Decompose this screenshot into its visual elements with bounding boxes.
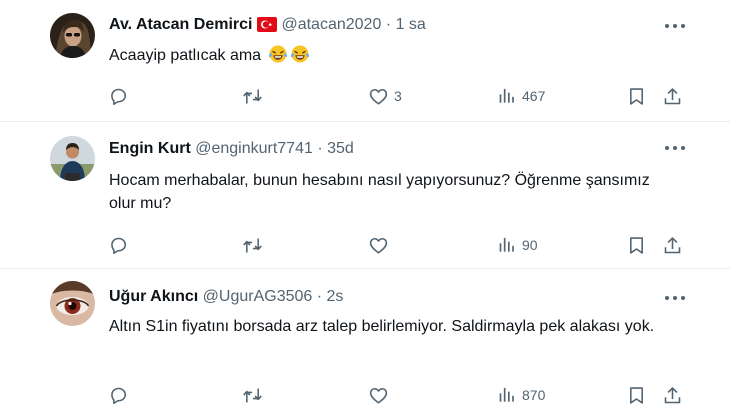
action-bar: 90 (0, 233, 730, 257)
more-icon[interactable] (663, 20, 687, 32)
view-count: 467 (522, 88, 546, 104)
share-button[interactable] (662, 233, 683, 257)
action-bar: 870 (0, 383, 730, 407)
views-icon (497, 235, 517, 255)
views-button[interactable]: 90 (497, 233, 538, 257)
like-button[interactable] (368, 383, 394, 407)
separator-dot: · (385, 16, 392, 33)
reply-icon (108, 385, 129, 406)
tweet-text: Altın S1in fiyatını borsada arz talep be… (109, 318, 655, 335)
handle[interactable]: @enginkurt7741 (195, 140, 313, 157)
bookmark-icon (626, 86, 647, 107)
retweet-icon (242, 235, 263, 256)
heart-icon (368, 385, 389, 406)
tweet-text: Hocam merhabalar, bunun hesabını nasıl y… (109, 172, 650, 212)
share-button[interactable] (662, 84, 683, 108)
share-icon (662, 86, 683, 107)
separator-dot: · (316, 288, 323, 305)
like-button[interactable]: 3 (368, 84, 402, 108)
tweet-header: Uğur Akıncı @UgurAG3506 · 2s (109, 286, 343, 308)
views-icon (497, 86, 517, 106)
more-icon[interactable] (663, 142, 687, 154)
bookmark-button[interactable] (626, 84, 647, 108)
bookmark-icon (626, 385, 647, 406)
action-bar: 3 467 (0, 84, 730, 108)
timestamp[interactable]: 1 sa (396, 16, 426, 33)
retweet-icon (242, 86, 263, 107)
reply-tweet[interactable]: Uğur Akıncı @UgurAG3506 · 2s Altın S1in … (0, 269, 730, 420)
heart-icon (368, 235, 389, 256)
avatar[interactable] (50, 136, 95, 181)
avatar[interactable] (50, 281, 95, 326)
share-icon (662, 235, 683, 256)
tweet-header: Av. Atacan Demirci @atacan2020 · 1 sa (109, 14, 426, 36)
retweet-button[interactable] (242, 383, 268, 407)
views-button[interactable]: 467 (497, 84, 545, 108)
timestamp[interactable]: 2s (327, 288, 344, 305)
reply-button[interactable] (108, 84, 134, 108)
tears-of-joy-emoji (290, 44, 310, 71)
share-icon (662, 385, 683, 406)
view-count: 90 (522, 237, 538, 253)
reply-button[interactable] (108, 383, 134, 407)
heart-icon (368, 86, 389, 107)
view-count: 870 (522, 387, 546, 403)
like-count: 3 (394, 88, 402, 104)
retweet-icon (242, 385, 263, 406)
retweet-button[interactable] (242, 84, 268, 108)
more-icon[interactable] (663, 292, 687, 304)
share-button[interactable] (662, 383, 683, 407)
turkey-flag-icon (257, 17, 278, 39)
display-name[interactable]: Uğur Akıncı (109, 288, 198, 305)
tweet-text-content: Acaayip patlıcak ama (109, 47, 262, 64)
views-button[interactable]: 870 (497, 383, 545, 407)
handle[interactable]: @atacan2020 (281, 16, 381, 33)
tears-of-joy-emoji (268, 44, 288, 71)
reply-feed: Av. Atacan Demirci @atacan2020 · 1 sa Aca… (0, 0, 730, 420)
separator-dot: · (317, 140, 323, 157)
reply-tweet[interactable]: Engin Kurt @enginkurt7741 · 35d Hocam me… (0, 122, 730, 269)
bookmark-icon (626, 235, 647, 256)
views-icon (497, 385, 517, 405)
display-name[interactable]: Av. Atacan Demirci (109, 16, 252, 33)
retweet-button[interactable] (242, 233, 268, 257)
display-name[interactable]: Engin Kurt (109, 140, 191, 157)
reply-icon (108, 86, 129, 107)
tweet-header: Engin Kurt @enginkurt7741 · 35d (109, 138, 354, 160)
reply-button[interactable] (108, 233, 134, 257)
timestamp[interactable]: 35d (327, 140, 354, 157)
like-button[interactable] (368, 233, 394, 257)
reply-tweet[interactable]: Av. Atacan Demirci @atacan2020 · 1 sa Aca… (0, 0, 730, 122)
avatar[interactable] (50, 13, 95, 58)
tweet-text: Acaayip patlıcak ama (109, 44, 679, 71)
reply-icon (108, 235, 129, 256)
bookmark-button[interactable] (626, 383, 647, 407)
bookmark-button[interactable] (626, 233, 647, 257)
handle[interactable]: @UgurAG3506 (203, 288, 313, 305)
